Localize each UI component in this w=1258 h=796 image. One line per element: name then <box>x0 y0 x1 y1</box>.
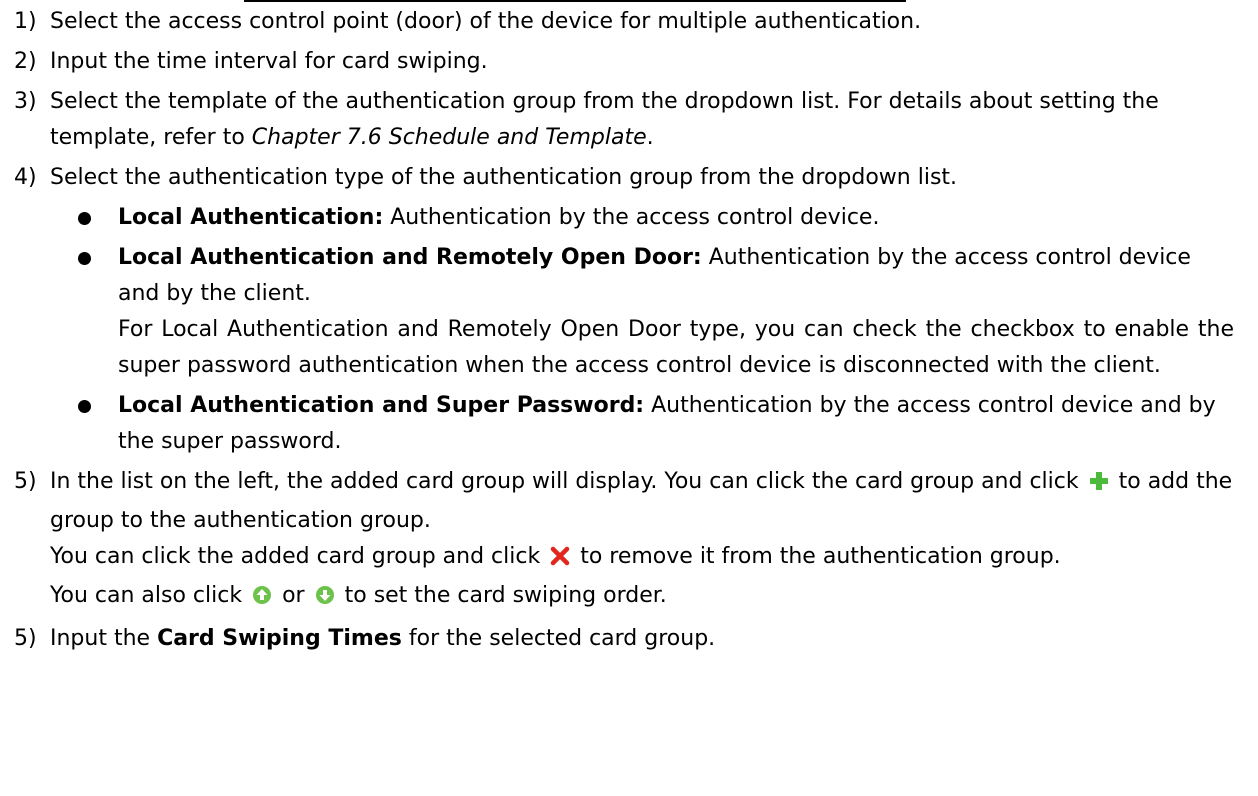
step-number: 3) <box>14 89 37 114</box>
remove-instruction: You can click the added card group and c… <box>50 539 1234 578</box>
step-number: 5) <box>14 626 37 651</box>
step-3: 3) Select the template of the authentica… <box>0 84 1258 156</box>
bullet-dot <box>78 252 91 265</box>
close-icon <box>550 542 570 578</box>
step-4: 4) Select the authentication type of the… <box>0 160 1258 196</box>
document-body: 1) Select the access control point (door… <box>0 4 1258 661</box>
bullet-remotely-open-door: Local Authentication and Remotely Open D… <box>0 240 1258 384</box>
bullet-note: For Local Authentication and Remotely Op… <box>118 317 1234 378</box>
step-text: Input the time interval for card swiping… <box>50 49 488 74</box>
card-swiping-times-term: Card Swiping Times <box>157 626 402 651</box>
bullet-term: Local Authentication and Super Password: <box>118 393 645 418</box>
top-rule <box>244 0 906 2</box>
step-text: to set the card swiping order. <box>344 583 667 608</box>
step-text: In the list on the left, the added card … <box>50 469 1079 494</box>
step-text-end: for the selected card group. <box>401 626 716 651</box>
step-text: Select the access control point (door) o… <box>50 9 922 34</box>
arrow-down-circle-icon <box>315 581 335 617</box>
bullet-dot <box>78 400 91 413</box>
chapter-reference: Chapter 7.6 Schedule and Template <box>251 125 647 150</box>
step-text-end: . <box>646 125 654 150</box>
order-instruction: You can also click or to set the card swip… <box>50 578 1234 617</box>
step-5-swiping-times: 5) Input the Card Swiping Times for the … <box>0 621 1258 657</box>
step-text: to remove it from the authentication gro… <box>580 544 1061 569</box>
step-1: 1) Select the access control point (door… <box>0 4 1258 40</box>
step-number: 4) <box>14 165 37 190</box>
bullet-super-password: Local Authentication and Super Password:… <box>0 388 1258 460</box>
bullet-term: Local Authentication and Remotely Open D… <box>118 245 702 270</box>
step-number: 5) <box>14 469 37 494</box>
step-2: 2) Input the time interval for card swip… <box>0 44 1258 80</box>
bullet-term: Local Authentication: <box>118 205 384 230</box>
bullet-desc: Authentication by the access control dev… <box>383 205 880 230</box>
arrow-up-circle-icon <box>252 581 272 617</box>
step-text: You can click the added card group and c… <box>50 544 541 569</box>
step-text: Input the <box>50 626 158 651</box>
step-text: or <box>282 583 305 608</box>
step-number: 2) <box>14 49 37 74</box>
bullet-local-authentication: Local Authentication: Authentication by … <box>0 200 1258 236</box>
step-number: 1) <box>14 9 37 34</box>
step-text: Select the authentication type of the au… <box>50 165 958 190</box>
step-5-card-group: 5) In the list on the left, the added ca… <box>0 464 1258 617</box>
bullet-dot <box>78 212 91 225</box>
step-text: You can also click <box>50 583 243 608</box>
plus-icon <box>1089 467 1109 503</box>
